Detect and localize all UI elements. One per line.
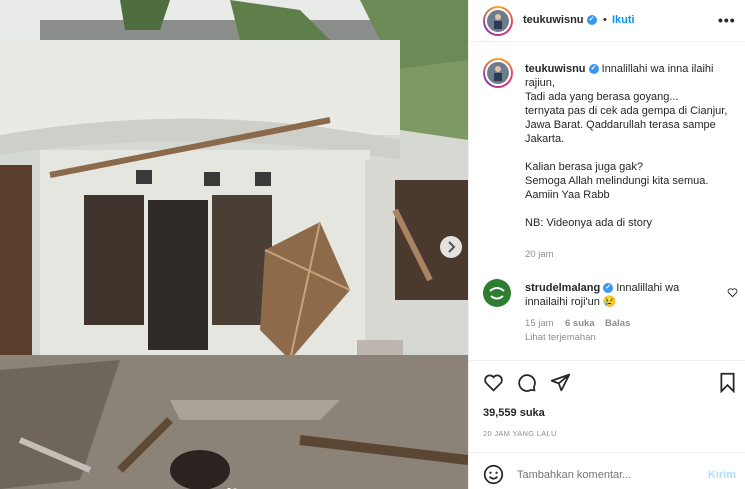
- comment-avatar-icon: [489, 287, 505, 300]
- caption-line: Aamiin Yaa Rabb: [525, 189, 610, 201]
- verified-icon: ✓: [588, 64, 599, 75]
- comment-avatar[interactable]: [483, 279, 511, 307]
- header-username[interactable]: teukuwisnu ✓: [523, 14, 597, 26]
- caption-username[interactable]: teukuwisnu ✓: [525, 63, 599, 75]
- caption-line: ternyata pas di cek ada gempa di Cianjur…: [525, 105, 728, 145]
- share-icon[interactable]: [550, 372, 571, 393]
- add-comment-bar: Kirim: [469, 452, 745, 489]
- comment-icon[interactable]: [516, 372, 537, 393]
- caption-line: Tadi ada yang berasa goyang...: [525, 91, 679, 103]
- translate-link[interactable]: Lihat terjemahan: [525, 332, 596, 343]
- heart-icon[interactable]: [483, 372, 504, 393]
- comment: strudelmalang ✓ Innalillahi wa innailaihi…: [525, 281, 715, 309]
- user-avatar-icon: [494, 14, 502, 29]
- verified-icon: ✓: [603, 283, 614, 294]
- actions-divider: [469, 360, 745, 361]
- caption-spacer: [525, 202, 735, 216]
- damaged-house-photo: [0, 0, 468, 489]
- emoji-icon[interactable]: [483, 464, 504, 485]
- caption-time[interactable]: 20 jam: [525, 249, 554, 260]
- bookmark-icon[interactable]: [718, 372, 737, 393]
- caption-avatar[interactable]: [483, 58, 513, 88]
- next-arrow-icon: [448, 241, 456, 253]
- comment-time[interactable]: 15 jam: [525, 318, 554, 329]
- comment-username[interactable]: strudelmalang ✓: [525, 282, 614, 294]
- caption-spacer: [525, 146, 735, 160]
- post-panel: teukuwisnu ✓ • Ikuti ••• teukuwisnu ✓ Inna…: [468, 0, 745, 489]
- caption-line: NB: Videonya ada di story: [525, 217, 652, 229]
- caption-line: Kalian berasa juga gak?: [525, 161, 644, 173]
- avatar[interactable]: [483, 6, 513, 36]
- caption-line: Semoga Allah melindungi kita semua.: [525, 175, 709, 187]
- carousel-indicator: [226, 479, 238, 489]
- post-header: teukuwisnu ✓ • Ikuti •••: [469, 0, 745, 42]
- post-image[interactable]: [0, 0, 468, 489]
- follow-button[interactable]: Ikuti: [612, 14, 635, 26]
- verified-icon: ✓: [586, 15, 597, 26]
- next-button[interactable]: [440, 236, 462, 258]
- reply-button[interactable]: Balas: [605, 318, 630, 329]
- more-icon[interactable]: •••: [718, 12, 736, 28]
- user-avatar-icon: [494, 66, 502, 81]
- separator: •: [603, 14, 607, 26]
- comment-input[interactable]: [517, 469, 667, 481]
- send-button[interactable]: Kirim: [708, 469, 736, 481]
- post-date[interactable]: 20 JAM YANG LALU: [483, 429, 557, 438]
- post-caption: teukuwisnu ✓ Innalillahi wa inna ilaihi r…: [525, 62, 735, 230]
- comment-heart-icon[interactable]: [727, 287, 738, 298]
- likes-count[interactable]: 39,559 suka: [483, 407, 545, 419]
- comment-likes[interactable]: 6 suka: [565, 318, 595, 329]
